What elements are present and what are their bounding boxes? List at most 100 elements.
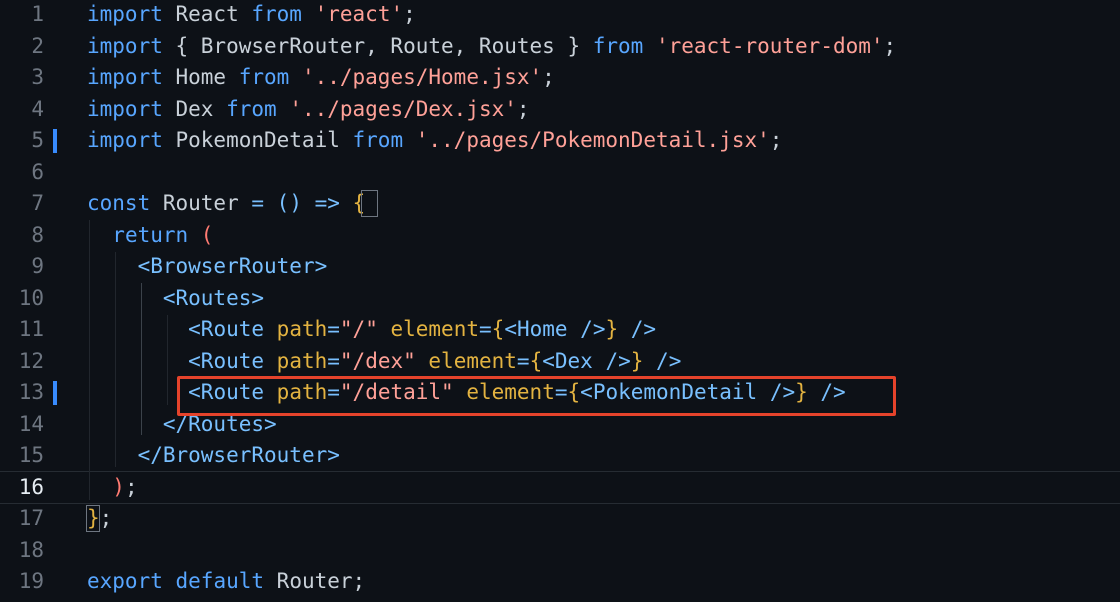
code-token: import <box>87 128 163 152</box>
code-token: <Dex /> <box>542 348 631 373</box>
code-token: Dex <box>162 96 227 121</box>
code-line[interactable]: 17}; <box>0 503 1120 535</box>
code-token: => <box>314 191 340 215</box>
code-line[interactable]: 19 export default Router; <box>0 566 1120 598</box>
code-text[interactable]: import Home from '../pages/Home.jsx'; <box>87 62 555 94</box>
code-text[interactable]: </BrowserRouter> <box>87 440 340 472</box>
code-token: Router; <box>264 569 366 593</box>
code-line[interactable]: 6 <box>0 157 1120 189</box>
indent-guide <box>115 252 116 467</box>
code-token: = <box>327 348 340 373</box>
code-token: from <box>352 128 404 152</box>
code-line[interactable]: 7 const Router = () => { <box>0 188 1120 220</box>
code-text[interactable]: const Router = () => { <box>87 188 365 220</box>
line-number: 2 <box>31 33 44 58</box>
code-line[interactable]: 10 <Routes> <box>0 283 1120 315</box>
code-token: Router <box>150 191 252 215</box>
code-text[interactable]: import Dex from '../pages/Dex.jsx'; <box>87 94 530 126</box>
line-number: 12 <box>18 348 44 373</box>
code-line[interactable]: 16 ); <box>0 470 1120 504</box>
code-line[interactable]: 15 </BrowserRouter> <box>0 440 1120 472</box>
line-number: 8 <box>31 222 44 247</box>
line-number: 6 <box>31 159 44 184</box>
code-token: '../pages/Home.jsx' <box>301 65 543 89</box>
code-line[interactable]: 1 import React from 'react'; <box>0 0 1120 31</box>
line-number: 17 <box>18 506 44 530</box>
code-line[interactable]: 5 import PokemonDetail from '../pages/Pok… <box>0 125 1120 157</box>
code-token: path <box>276 348 328 373</box>
code-token: /> <box>618 317 657 341</box>
code-line[interactable]: 3 import Home from '../pages/Home.jsx'; <box>0 62 1120 94</box>
code-token: import <box>87 65 163 89</box>
code-line[interactable]: 2 import { BrowserRouter, Route, Routes }… <box>0 31 1120 63</box>
line-number: 19 <box>18 569 44 593</box>
code-token: ; <box>516 96 530 121</box>
code-token: () <box>264 191 315 215</box>
code-token: = <box>327 317 340 341</box>
code-line[interactable]: 12 <Route path="/dex" element={<Dex />} … <box>0 346 1120 378</box>
code-editor[interactable]: 1 import React from 'react'; 2 import { Bro… <box>0 0 1120 602</box>
code-token: ; <box>99 506 113 530</box>
code-token: PokemonDetail <box>162 128 353 152</box>
line-number: 9 <box>31 254 44 278</box>
code-line[interactable]: 8 return ( <box>0 220 1120 252</box>
code-token: } <box>605 317 619 341</box>
code-token: from <box>251 2 302 26</box>
code-token: from <box>592 33 644 58</box>
code-token: ; <box>883 33 897 58</box>
code-token: '../pages/Dex.jsx' <box>289 96 517 121</box>
code-text[interactable]: ); <box>87 472 137 504</box>
code-line[interactable]: 18 <box>0 535 1120 567</box>
code-token: <Route <box>188 348 277 373</box>
modified-line-marker[interactable] <box>53 381 57 405</box>
code-line[interactable]: 11 <Route path="/" element={<Home />} /> <box>0 314 1120 346</box>
modified-line-marker[interactable] <box>53 129 57 153</box>
code-line[interactable]: 4 import Dex from '../pages/Dex.jsx'; <box>0 94 1120 126</box>
code-token: "/dex" <box>339 348 416 373</box>
code-token: { BrowserRouter, Route, Routes } <box>162 33 593 58</box>
code-text[interactable]: import React from 'react'; <box>87 0 416 31</box>
code-token: export <box>87 569 163 593</box>
code-token: /> <box>643 348 682 373</box>
code-token: 'react-router-dom' <box>655 33 884 58</box>
line-number: 7 <box>31 191 44 215</box>
code-token: element <box>415 348 517 373</box>
code-text[interactable]: import PokemonDetail from '../pages/Poke… <box>87 125 782 157</box>
code-token: element <box>377 317 479 341</box>
code-token: return <box>112 222 189 247</box>
code-text[interactable]: export default Router; <box>87 566 365 598</box>
code-token: const <box>87 191 151 215</box>
code-token: { <box>491 317 505 341</box>
code-token: React <box>162 2 252 26</box>
code-token: ( <box>188 222 214 247</box>
line-number: 15 <box>18 443 44 467</box>
code-line[interactable]: 9 <BrowserRouter> <box>0 251 1120 283</box>
code-token: '../pages/PokemonDetail.jsx' <box>415 128 770 152</box>
code-token: from <box>238 65 290 89</box>
bracket-match <box>361 190 378 217</box>
code-text[interactable]: <Routes> <box>87 283 264 315</box>
code-text[interactable]: <Route path="/dex" element={<Dex />} /> <box>87 346 681 378</box>
code-token: <Route <box>188 317 277 341</box>
line-number: 1 <box>31 2 44 26</box>
code-text[interactable]: <BrowserRouter> <box>87 251 328 283</box>
code-token: ; <box>542 65 555 89</box>
code-token: import <box>87 96 163 121</box>
code-text[interactable]: <Route path="/" element={<Home />} /> <box>87 314 656 346</box>
code-text[interactable]: return ( <box>87 220 213 252</box>
line-number: 3 <box>31 65 44 89</box>
code-token: import <box>87 33 163 58</box>
code-token: } <box>630 348 644 373</box>
code-token: 'react' <box>314 2 404 26</box>
code-text[interactable]: import { BrowserRouter, Route, Routes } … <box>87 31 896 63</box>
line-number: 5 <box>31 128 44 152</box>
